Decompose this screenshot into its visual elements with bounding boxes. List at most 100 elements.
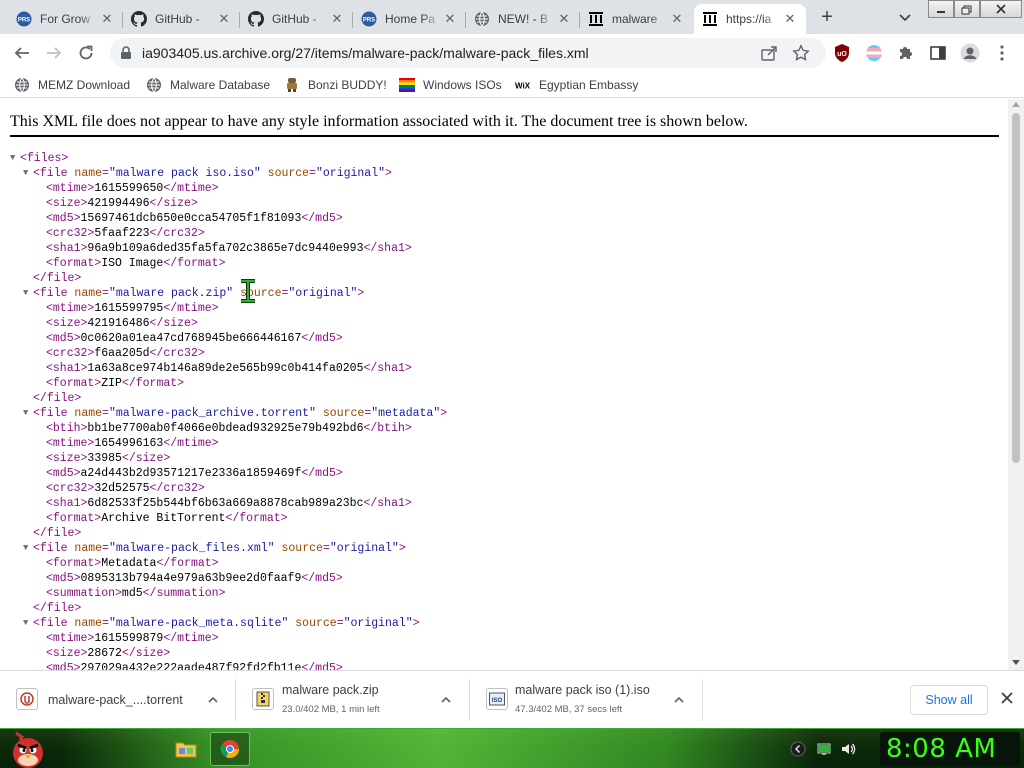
lock-icon[interactable] [120, 46, 132, 63]
xml-element-open-line[interactable]: ▼ <files> [0, 151, 1008, 166]
tab-for-grow[interactable]: PRS For Grow ✕ [8, 4, 123, 34]
share-icon[interactable] [760, 44, 778, 65]
tab-malware[interactable]: malware ✕ [580, 4, 693, 34]
tab-close-icon[interactable]: ✕ [669, 11, 685, 27]
tab-github-1[interactable]: GitHub - ✕ [123, 4, 240, 34]
restore-button[interactable] [954, 0, 980, 18]
tab-new-b[interactable]: NEW! - B ✕ [466, 4, 580, 34]
tab-close-icon[interactable]: ✕ [99, 11, 115, 27]
url-text[interactable]: ia903405.us.archive.org/27/items/malware… [142, 45, 589, 61]
extensions-puzzle-icon[interactable] [896, 43, 916, 63]
xml-tag-text: </mtime> [163, 632, 219, 645]
taskbar-chrome[interactable] [210, 732, 250, 766]
volume-icon[interactable] [840, 741, 856, 757]
forward-button[interactable] [42, 41, 66, 65]
back-button[interactable] [10, 41, 34, 65]
reload-button[interactable] [74, 41, 98, 65]
wix-icon: WiX [515, 77, 531, 93]
scroll-down-arrow-icon[interactable] [1012, 660, 1020, 665]
taskbar-file-explorer[interactable] [166, 732, 206, 766]
xml-tag-text: = [102, 407, 109, 420]
svg-text:WiX: WiX [515, 82, 531, 91]
tab-search-chevron-icon[interactable] [896, 8, 914, 26]
xml-text-value: ISO Image [101, 257, 164, 270]
xml-line: <md5>297029a432e222aade487f92fd2fb11e</m… [0, 661, 1008, 670]
xml-line: </file> [0, 391, 1008, 406]
xml-tag-text: </sha1> [363, 362, 412, 375]
bookmark-star-icon[interactable] [792, 44, 810, 65]
bookmark-malware-database[interactable]: Malware Database [146, 76, 270, 94]
bookmark-memz-download[interactable]: MEMZ Download [14, 76, 130, 94]
download-item-torrent[interactable]: malware-pack_....torrent [0, 671, 236, 729]
bookmark-bonzi-buddy[interactable]: Bonzi BUDDY! [284, 76, 387, 94]
tab-close-icon[interactable]: ✕ [442, 11, 458, 27]
xml-line: <format>Archive BitTorrent</format> [0, 511, 1008, 526]
tab-github-2[interactable]: GitHub - ✕ [240, 4, 353, 34]
vertical-scrollbar[interactable] [1008, 99, 1024, 670]
xml-tag-text: = [102, 287, 109, 300]
xml-element-open-line[interactable]: ▼ <file name="malware-pack_meta.sqlite" s… [0, 616, 1008, 631]
chevron-up-icon[interactable] [672, 693, 686, 707]
tab-close-icon[interactable]: ✕ [329, 11, 345, 27]
xml-attr-value: "original" [329, 542, 399, 555]
xml-attr-name: source [322, 407, 365, 420]
xml-line: <sha1>1a63a8ce974b146a89de2e565b99c0b414… [0, 361, 1008, 376]
tab-close-icon[interactable]: ✕ [782, 11, 798, 27]
xml-text-value: 1615599650 [94, 182, 164, 195]
collapse-triangle-icon[interactable]: ▼ [23, 541, 28, 556]
new-tab-button[interactable]: + [816, 6, 838, 28]
download-item-iso[interactable]: ISO malware pack iso (1).iso 47.3/402 MB… [470, 671, 703, 729]
xml-line: <format>ISO Image</format> [0, 256, 1008, 271]
menu-kebab-icon[interactable] [992, 43, 1012, 63]
xml-element-open-line[interactable]: ▼ <file name="malware pack.zip" source="o… [0, 286, 1008, 301]
tab-home-page[interactable]: PRS Home Pa ✕ [353, 4, 466, 34]
xml-line: <md5>a24d443b2d93571217e2336a1859469f</m… [0, 466, 1008, 481]
collapse-triangle-icon[interactable]: ▼ [23, 616, 28, 631]
scrollbar-thumb[interactable] [1012, 113, 1020, 463]
show-all-downloads-button[interactable]: Show all [910, 685, 988, 715]
tab-archive-xml-active[interactable]: https://ia ✕ [694, 4, 806, 34]
collapse-triangle-icon[interactable]: ▼ [23, 166, 28, 181]
xml-tag-text: <sha1> [46, 242, 88, 255]
taskbar-clock[interactable]: 8:08 AM [880, 732, 1020, 766]
network-icon[interactable] [816, 741, 832, 757]
xml-attr-value: "malware-pack_files.xml" [108, 542, 275, 555]
xml-tag-text: <mtime> [46, 182, 95, 195]
close-window-button[interactable] [980, 0, 1022, 18]
tab-close-icon[interactable]: ✕ [556, 11, 572, 27]
collapse-triangle-icon[interactable]: ▼ [23, 286, 28, 301]
collapse-triangle-icon[interactable]: ▼ [23, 406, 28, 421]
xml-text-value: 0c0620a01ea47cd768945be666446167 [80, 332, 302, 345]
collapse-triangle-icon[interactable]: ▼ [10, 151, 15, 166]
xml-tag-text: <crc32> [46, 482, 95, 495]
bookmark-windows-isos[interactable]: Windows ISOs [399, 76, 502, 94]
chevron-up-icon[interactable] [439, 693, 453, 707]
xml-element-open-line[interactable]: ▼ <file name="malware-pack_files.xml" sou… [0, 541, 1008, 556]
minimize-button[interactable] [928, 0, 954, 18]
chevron-up-icon[interactable] [206, 693, 220, 707]
xml-text-value: 6d82533f25b544bf6b63a669a8878cab989a23bc [87, 497, 364, 510]
ublock-origin-icon[interactable]: uO [832, 43, 852, 63]
iso-file-icon: ISO [486, 688, 508, 710]
profile-avatar-icon[interactable] [960, 43, 980, 63]
xml-tag-text: > [412, 617, 420, 630]
bookmark-egyptian-embassy[interactable]: WiX Egyptian Embassy [515, 76, 638, 94]
xml-element-open-line[interactable]: ▼ <file name="malware pack iso.iso" sourc… [0, 166, 1008, 181]
tray-expand-icon[interactable] [790, 741, 806, 757]
side-panel-icon[interactable] [928, 43, 948, 63]
download-shelf: malware-pack_....torrent malware pack.zi… [0, 670, 1024, 728]
trans-flag-extension-icon[interactable] [864, 43, 884, 63]
start-button-angry-bird-icon[interactable] [6, 729, 50, 768]
xml-tag-text [261, 167, 268, 180]
scroll-up-arrow-icon[interactable] [1012, 102, 1020, 107]
address-bar[interactable]: ia903405.us.archive.org/27/items/malware… [110, 38, 826, 68]
xml-text-value: 421916486 [87, 317, 150, 330]
xml-tag-text [316, 407, 323, 420]
xml-tag-text: </file> [33, 602, 82, 615]
xml-tag-text: > [357, 287, 365, 300]
xml-text-value: 5faaf223 [94, 227, 150, 240]
xml-element-open-line[interactable]: ▼ <file name="malware-pack_archive.torren… [0, 406, 1008, 421]
download-item-zip[interactable]: malware pack.zip 23.0/402 MB, 1 min left [236, 671, 470, 729]
close-download-shelf-icon[interactable] [997, 689, 1017, 709]
tab-close-icon[interactable]: ✕ [216, 11, 232, 27]
